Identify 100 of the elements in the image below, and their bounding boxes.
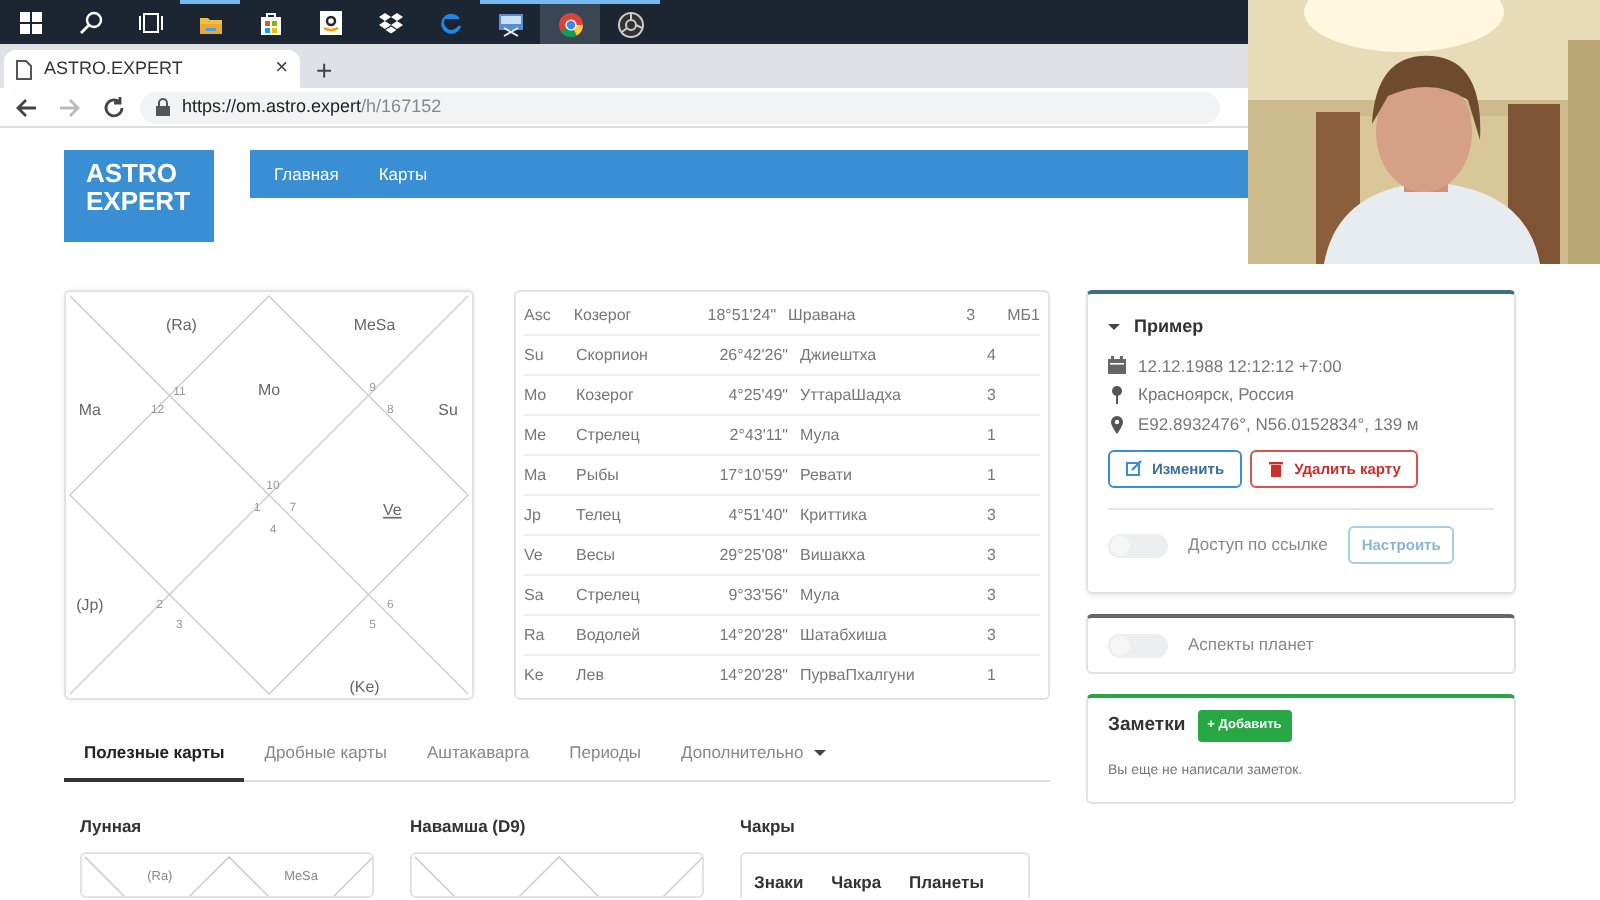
section-tab[interactable]: Аштакаварга	[406, 730, 550, 782]
birth-place: Красноярск, Россия	[1138, 382, 1294, 408]
caret-icon[interactable]	[1108, 324, 1120, 331]
edge-icon	[437, 9, 463, 35]
pada-cell-text: 3	[985, 583, 996, 607]
planet-label: MeSa	[353, 315, 396, 334]
column-header: Планеты	[909, 869, 984, 895]
browser-tab[interactable]: ASTRO.EXPERT ×	[4, 50, 300, 88]
sign-cell-text: Козерог	[573, 303, 634, 327]
sign-cell-text: Лев	[576, 664, 606, 688]
edit-icon	[1126, 459, 1142, 478]
close-tab-button[interactable]: ×	[275, 58, 288, 80]
degree-cell-text: 17°10'59"	[717, 463, 788, 487]
nakshatra-cell-text: Джиештха	[798, 343, 879, 367]
nakshatra-cell-text: Мула	[798, 583, 842, 607]
sign-cell-text: Стрелец	[576, 583, 642, 607]
task-view-icon	[137, 9, 163, 35]
planet-cell-text: Asc	[524, 303, 553, 327]
site-logo[interactable]: ASTRO EXPERT	[64, 150, 214, 242]
planet-cell-text: Ke	[524, 664, 546, 688]
shopping-bag-icon	[257, 9, 283, 35]
birth-datetime: 12.12.1988 12:12:12 +7:00	[1138, 353, 1342, 379]
planet-label: Su	[438, 401, 458, 420]
share-label: Доступ по ссылке	[1188, 532, 1328, 558]
windows-icon	[17, 9, 43, 35]
profile-title: Пример	[1134, 314, 1204, 340]
column-header: Знаки	[754, 869, 804, 895]
section-tab[interactable]: Дополнительно	[661, 730, 846, 782]
pada-cell-text: 4	[985, 343, 996, 367]
sign-cell-text: Весы	[576, 543, 618, 567]
tab-title: ASTRO.EXPERT	[44, 55, 185, 82]
back-button[interactable]	[12, 93, 40, 121]
planet-cell-text: Mo	[524, 383, 549, 407]
nav-link[interactable]: Карты	[358, 161, 448, 187]
trash-icon	[1268, 459, 1285, 478]
coordinates: E92.8932476°, N56.0152834°, 139 м	[1138, 412, 1419, 438]
pada-cell-text: 3	[985, 503, 996, 527]
degree-cell-text: 4°25'49"	[726, 383, 788, 407]
degree-cell-text: 26°42'26"	[717, 343, 788, 367]
nav-link[interactable]: Главная	[254, 161, 359, 187]
degree-cell-text: 14°20'28"	[717, 664, 788, 688]
sign-cell-text: Козерог	[576, 383, 636, 407]
pada-cell-text: 3	[985, 543, 996, 567]
panel-title: Лунная	[80, 813, 144, 839]
chrome-icon	[557, 11, 583, 37]
monitor-icon	[497, 11, 523, 37]
panel-title: Чакры	[740, 813, 797, 839]
sign-cell-text: Скорпион	[576, 343, 650, 367]
sign-cell-text: Телец	[576, 503, 623, 527]
taskbar-button[interactable]	[540, 0, 600, 44]
new-tab-button[interactable]: +	[316, 56, 333, 88]
nakshatra-cell-text: Криттика	[798, 503, 869, 527]
nakshatra-cell-text: Ревати	[798, 463, 854, 487]
aspects-label: Аспекты планет	[1188, 632, 1314, 658]
planet-cell-text: Su	[524, 343, 546, 367]
lock-icon	[156, 98, 170, 116]
notes-title: Заметки	[1108, 711, 1186, 740]
address-bar[interactable]: https://om.astro.expert/h/167152	[140, 91, 1220, 123]
nakshatra-cell-text: Шатабхиша	[798, 623, 889, 647]
planet-label: (Ke)	[349, 678, 380, 697]
aperture-icon	[617, 11, 643, 37]
planet-label: (Jp)	[76, 596, 104, 615]
reload-button[interactable]	[100, 93, 128, 121]
nakshatra-cell-text: Мула	[798, 423, 842, 447]
column-header: Чакра	[831, 869, 882, 896]
planet-cell-text: Sa	[524, 583, 546, 607]
degree-cell-text: 2°43'11"	[727, 423, 788, 447]
page-icon	[16, 59, 32, 79]
pada-cell-text: 1	[985, 463, 996, 487]
section-tab[interactable]: Дробные карты	[244, 730, 407, 782]
pin-icon	[1108, 386, 1126, 405]
degree-cell-text: 18°51'24"	[705, 303, 777, 327]
note-cell: МБ1	[1007, 303, 1040, 327]
planet-cell-text: Me	[524, 423, 549, 447]
section-tab[interactable]: Полезные карты	[64, 730, 245, 782]
location-icon	[1108, 415, 1126, 434]
section-tab[interactable]: Периоды	[549, 730, 662, 782]
pada-cell-text: 1	[985, 664, 996, 688]
planet-label: Mo	[257, 381, 281, 400]
planet-label: Ma	[78, 401, 101, 420]
panel-title: Навамша (D9)	[410, 813, 528, 839]
nakshatra-cell-text: Шравана	[786, 303, 858, 327]
url-text: https://om.astro.expert/h/167152	[182, 93, 442, 120]
nakshatra-cell-text: Вишакха	[798, 543, 868, 567]
pada-cell-text: 3	[985, 383, 996, 407]
degree-cell-text: 29°25'08"	[717, 543, 788, 567]
planet-cell-text: Ra	[524, 623, 547, 647]
sign-cell-text: Стрелец	[576, 423, 642, 447]
pada-cell-text: 3	[964, 303, 976, 327]
nakshatra-cell-text: УттараШадха	[798, 383, 903, 407]
planet-cell-text: Ve	[524, 543, 545, 567]
planet-cell-text: Ma	[524, 463, 549, 487]
nakshatra-cell-text: ПурваПхалгуни	[798, 664, 917, 688]
pada-cell-text: 1	[985, 423, 996, 447]
degree-cell-text: 14°20'28"	[717, 623, 788, 647]
degree-cell-text: 4°51'40"	[726, 503, 788, 527]
dropbox-icon	[377, 9, 403, 35]
degree-cell-text: 9°33'56"	[726, 583, 788, 607]
planet-label: Ve	[383, 500, 402, 519]
search-icon	[77, 9, 103, 35]
